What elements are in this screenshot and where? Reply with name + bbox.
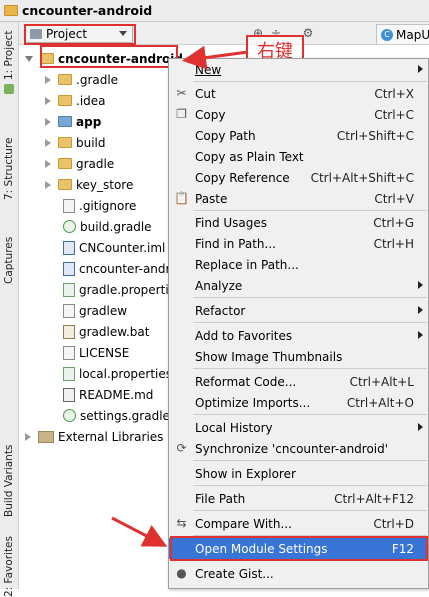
- arrow-to-root: [182, 45, 249, 70]
- arrow-to-module-settings: [111, 516, 168, 547]
- annotation-arrows: [111, 45, 249, 547]
